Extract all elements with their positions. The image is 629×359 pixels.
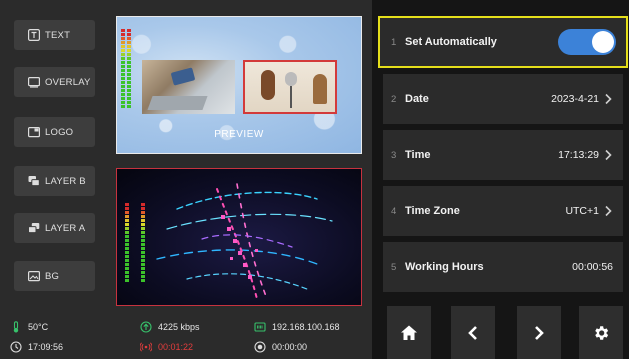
logo-icon [28, 126, 40, 138]
program-audio-meter-right [141, 203, 145, 283]
ethernet-icon [254, 321, 266, 333]
setting-value: 2023-4-21 [551, 93, 599, 105]
layer-a-icon [28, 222, 40, 234]
layer-label: BG [45, 270, 60, 282]
layer-button-layer-b[interactable]: LAYER B [14, 166, 95, 196]
chevron-right-icon [605, 149, 612, 161]
setting-label: Set Automatically [405, 36, 497, 48]
bitrate-value: 4225 kbps [158, 322, 200, 332]
layer-button-layer-a[interactable]: LAYER A [14, 213, 95, 243]
video-mixer-panel: TEXT OVERLAY LOGO LAYER B LAYER A BG PRE… [0, 0, 372, 359]
layer-a-thumbnail [243, 60, 337, 114]
setting-value: 00:00:56 [572, 261, 613, 273]
chevron-right-icon [605, 205, 612, 217]
setting-row-time-zone[interactable]: 4 Time Zone UTC+1 [383, 186, 623, 236]
chevron-left-icon [468, 325, 477, 340]
status-bar: 50°C 17:09:56 4225 kbps 00:01:22 192.168… [0, 314, 372, 359]
audio-level-meter-left [121, 29, 125, 109]
overlay-icon [28, 76, 40, 88]
home-button[interactable] [387, 306, 431, 359]
program-window[interactable] [116, 168, 362, 306]
back-button[interactable] [451, 306, 495, 359]
layer-label: LAYER A [45, 222, 86, 234]
forward-button[interactable] [517, 306, 561, 359]
temperature-value: 50°C [28, 322, 49, 332]
setting-index: 3 [391, 149, 397, 161]
record-time-value: 00:00:00 [272, 342, 308, 352]
setting-label: Time Zone [405, 205, 460, 217]
layer-button-bg[interactable]: BG [14, 261, 95, 291]
setting-label: Working Hours [405, 261, 484, 273]
setting-index: 4 [391, 205, 397, 217]
preview-window[interactable]: PREVIEW [116, 16, 362, 154]
set-automatically-toggle[interactable] [558, 29, 616, 55]
setting-row-working-hours: 5 Working Hours 00:00:56 [383, 242, 623, 292]
home-icon [401, 325, 417, 340]
setting-index: 1 [391, 36, 397, 48]
setting-label: Date [405, 93, 429, 105]
gear-icon [595, 325, 609, 340]
setting-row-date[interactable]: 2 Date 2023-4-21 [383, 74, 623, 124]
layer-label: LOGO [45, 126, 74, 138]
toggle-knob [592, 31, 614, 53]
layer-label: LAYER B [45, 175, 86, 187]
ip-address-value: 192.168.100.168 [272, 322, 340, 332]
clock-icon [10, 341, 22, 353]
clock-status: 17:09:56 [10, 341, 63, 353]
program-audio-meter-left [125, 203, 129, 283]
settings-button[interactable] [579, 306, 623, 359]
layer-b-icon [28, 175, 40, 187]
layer-label: OVERLAY [45, 76, 91, 88]
record-status: 00:00:00 [254, 341, 307, 353]
setting-row-set-automatically[interactable]: 1 Set Automatically [378, 16, 628, 68]
chevron-right-icon [605, 93, 612, 105]
settings-panel: 1 Set Automatically 2 Date 2023-4-21 3 T… [372, 0, 629, 359]
layer-button-overlay[interactable]: OVERLAY [14, 67, 95, 97]
thermometer-icon [10, 321, 22, 333]
background-image-icon [28, 270, 40, 282]
setting-index: 2 [391, 93, 397, 105]
setting-row-time[interactable]: 3 Time 17:13:29 [383, 130, 623, 180]
audio-level-meter-right [127, 29, 131, 109]
setting-label: Time [405, 149, 431, 161]
layer-button-logo[interactable]: LOGO [14, 117, 95, 147]
program-video-frame [156, 183, 333, 300]
layer-b-thumbnail [142, 60, 235, 114]
text-icon [28, 29, 40, 41]
layer-label: TEXT [45, 29, 71, 41]
clock-value: 17:09:56 [28, 342, 64, 352]
chevron-right-icon [535, 325, 544, 340]
live-broadcast-icon [139, 341, 153, 353]
live-status: 00:01:22 [139, 341, 194, 353]
network-status: 192.168.100.168 [254, 321, 340, 333]
live-time-value: 00:01:22 [158, 342, 194, 352]
layer-button-text[interactable]: TEXT [14, 20, 95, 50]
setting-index: 5 [391, 261, 397, 273]
bitrate-status: 4225 kbps [140, 321, 200, 333]
preview-label: PREVIEW [214, 129, 264, 140]
setting-value: 17:13:29 [558, 149, 599, 161]
setting-value: UTC+1 [565, 205, 599, 217]
temperature-status: 50°C [10, 321, 48, 333]
upload-icon [140, 321, 152, 333]
record-icon [254, 341, 266, 353]
